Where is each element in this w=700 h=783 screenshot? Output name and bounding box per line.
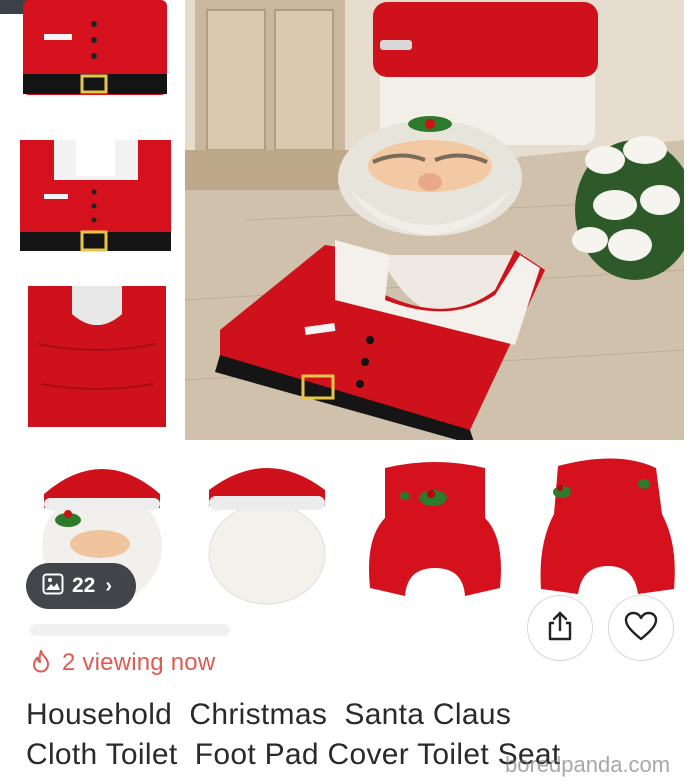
share-icon xyxy=(547,611,573,646)
gallery-count: 22 xyxy=(72,574,96,597)
heart-icon xyxy=(624,611,658,646)
thumbnail-lid-cover[interactable] xyxy=(20,0,170,100)
gallery-count-button[interactable]: 22 › xyxy=(26,563,136,609)
thumbnail-floor-mat[interactable] xyxy=(18,136,173,256)
thumbnail-column xyxy=(0,0,185,440)
image-icon xyxy=(42,573,64,600)
thumbnail-mat-back[interactable] xyxy=(26,284,168,430)
thumbnail-white-lid[interactable] xyxy=(205,454,329,606)
faded-overlay-line xyxy=(30,620,245,640)
viewing-now-indicator: 2 viewing now xyxy=(30,648,215,678)
thumbnail-tank-cover-front[interactable] xyxy=(365,458,505,598)
viewing-now-text: 2 viewing now xyxy=(62,649,216,676)
product-title-line-1: Household Christmas Santa Claus xyxy=(26,698,512,731)
share-button[interactable] xyxy=(527,595,593,661)
thumbnail-tank-cover-back[interactable] xyxy=(538,454,678,599)
chevron-right-icon: › xyxy=(105,574,113,597)
main-product-photo[interactable] xyxy=(185,0,684,440)
favorite-button[interactable] xyxy=(608,595,674,661)
watermark: boredpanda.com xyxy=(505,752,671,777)
flame-icon xyxy=(30,649,52,678)
